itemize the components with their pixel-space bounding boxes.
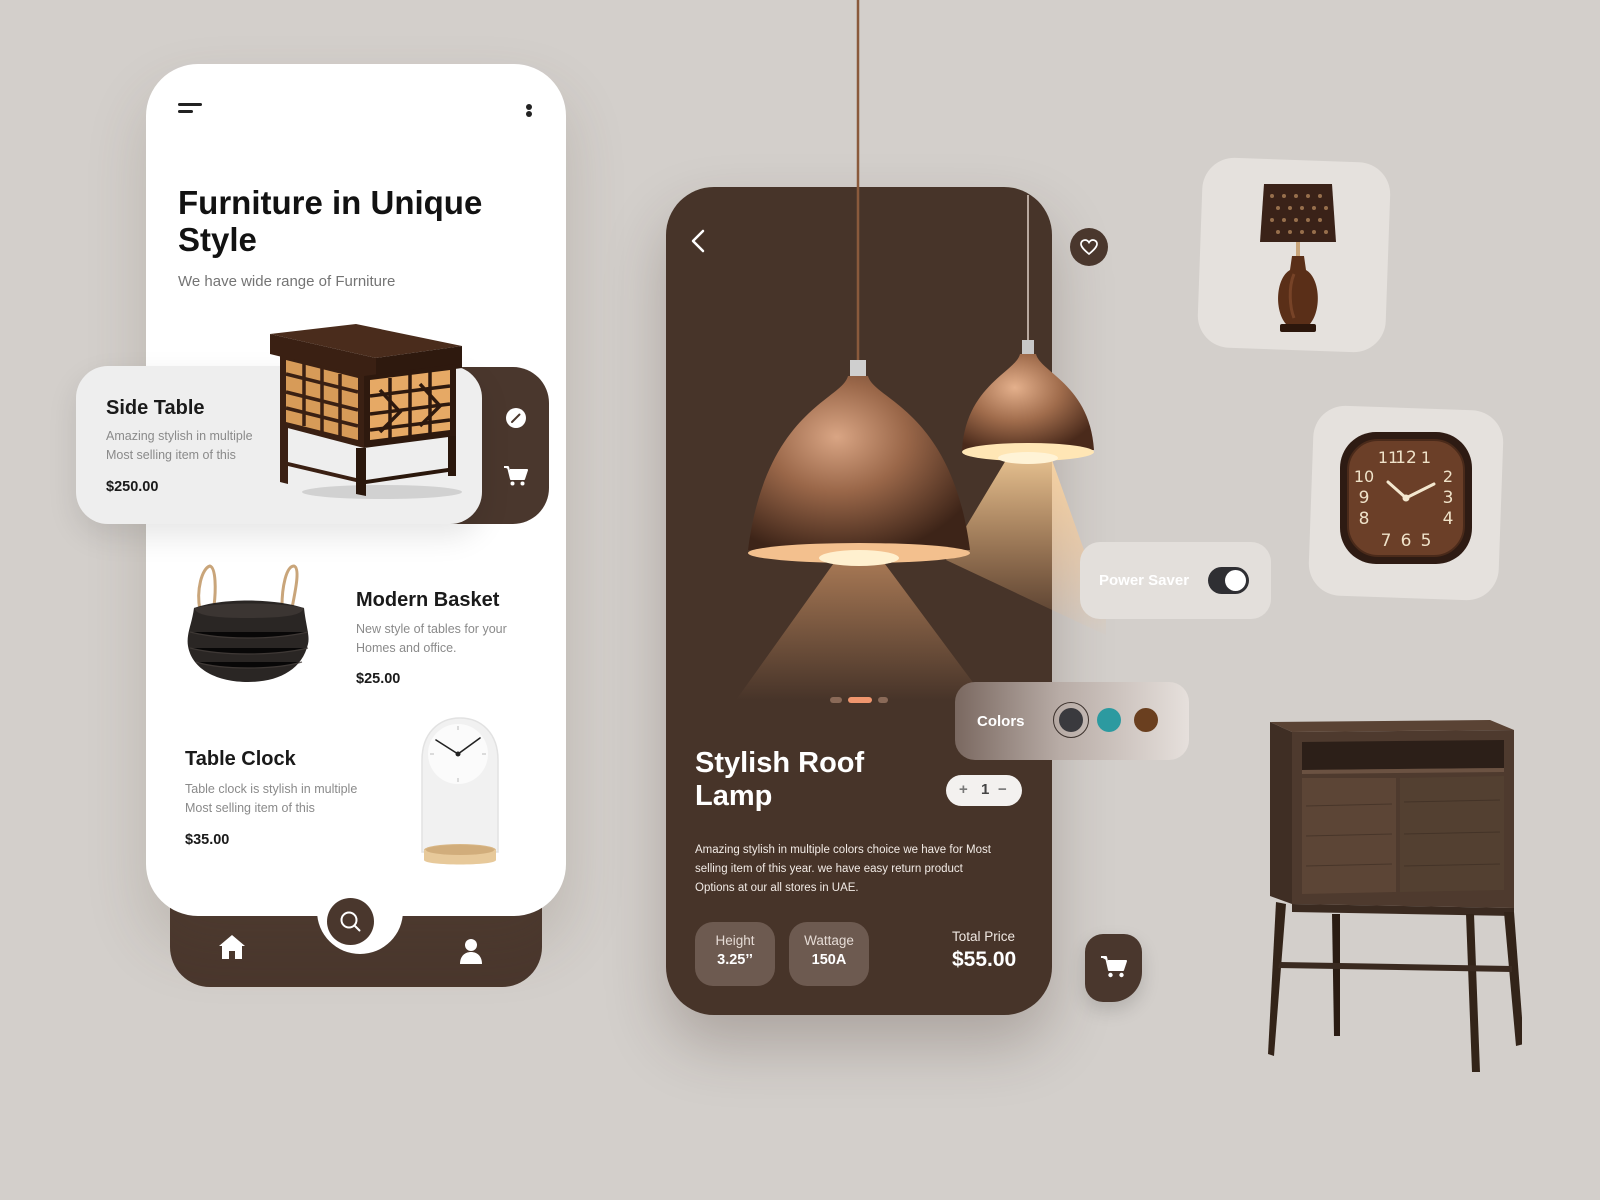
svg-text:9: 9 xyxy=(1359,488,1370,508)
quantity-stepper[interactable]: + 1 − xyxy=(946,775,1022,806)
spec-label: Height xyxy=(715,933,755,948)
spec-wattage: Wattage 150A xyxy=(789,922,869,986)
product-name: Modern Basket xyxy=(356,589,500,611)
svg-text:12: 12 xyxy=(1395,448,1417,468)
spec-value: 3.25’’ xyxy=(717,952,753,968)
favorite-button[interactable] xyxy=(1070,228,1108,266)
wall-clock-image: 1211 1 10 2 93 84 765 xyxy=(1340,432,1472,564)
home-icon[interactable] xyxy=(218,934,246,960)
total-price-label: Total Price xyxy=(952,929,1016,944)
image-carousel-indicator[interactable] xyxy=(830,697,890,703)
product-title: Stylish Roof Lamp xyxy=(695,747,865,812)
search-button[interactable] xyxy=(327,898,374,945)
color-swatch-brown[interactable] xyxy=(1134,708,1158,732)
add-to-cart-icon[interactable] xyxy=(503,465,529,487)
product-description: Amazing stylish in multiple colors choic… xyxy=(695,844,991,894)
decrement-button[interactable]: − xyxy=(998,781,1007,798)
table-lamp-image xyxy=(1260,184,1336,332)
product-price: $25.00 xyxy=(356,671,401,687)
increment-button[interactable]: + xyxy=(959,781,968,798)
cabinet-image xyxy=(1268,720,1522,1072)
product-description: Amazing stylish in multiple Most selling… xyxy=(106,429,253,462)
product-description: New style of tables for your Homes and o… xyxy=(356,622,507,655)
power-saver-label: Power Saver xyxy=(1099,572,1190,589)
quantity-value: 1 xyxy=(981,781,990,798)
colors-label: Colors xyxy=(977,713,1025,730)
table-clock-image xyxy=(421,717,499,865)
product-price: $35.00 xyxy=(185,832,230,848)
product-description: Table clock is stylish in multiple Most … xyxy=(185,782,358,815)
search-icon xyxy=(340,911,361,932)
svg-text:2: 2 xyxy=(1443,467,1453,486)
spec-label: Wattage xyxy=(804,933,854,948)
more-options-icon[interactable] xyxy=(526,104,532,124)
side-table-image xyxy=(270,324,462,499)
pendant-lamp-image xyxy=(736,0,1106,700)
color-swatch-teal[interactable] xyxy=(1097,708,1121,732)
page-title: Furniture in Unique Style xyxy=(178,184,483,258)
svg-text:5: 5 xyxy=(1421,531,1432,551)
hamburger-menu-icon[interactable] xyxy=(178,103,204,117)
spec-height: Height 3.25’’ xyxy=(695,922,775,986)
svg-text:11: 11 xyxy=(1378,448,1398,467)
svg-text:7: 7 xyxy=(1381,531,1392,551)
svg-text:10: 10 xyxy=(1354,467,1374,486)
svg-text:1: 1 xyxy=(1421,448,1431,467)
add-to-cart-button[interactable] xyxy=(1085,934,1142,1002)
heart-icon xyxy=(1080,239,1098,255)
basket-image xyxy=(187,564,309,682)
spec-value: 150A xyxy=(811,952,847,968)
svg-text:4: 4 xyxy=(1443,509,1454,529)
back-arrow-icon[interactable] xyxy=(690,228,706,254)
cart-icon xyxy=(1101,956,1127,978)
page-subtitle: We have wide range of Furniture xyxy=(178,273,396,290)
product-name: Table Clock xyxy=(185,748,296,770)
svg-text:8: 8 xyxy=(1359,509,1370,529)
user-icon[interactable] xyxy=(460,938,482,964)
svg-text:3: 3 xyxy=(1443,488,1454,508)
color-swatch-dark[interactable] xyxy=(1059,708,1083,732)
edit-icon[interactable] xyxy=(505,407,527,429)
total-price-value: $55.00 xyxy=(952,948,1017,971)
svg-text:6: 6 xyxy=(1401,531,1412,551)
product-price: $250.00 xyxy=(106,479,159,495)
product-name: Side Table xyxy=(106,397,205,419)
power-saver-toggle[interactable] xyxy=(1208,567,1249,594)
